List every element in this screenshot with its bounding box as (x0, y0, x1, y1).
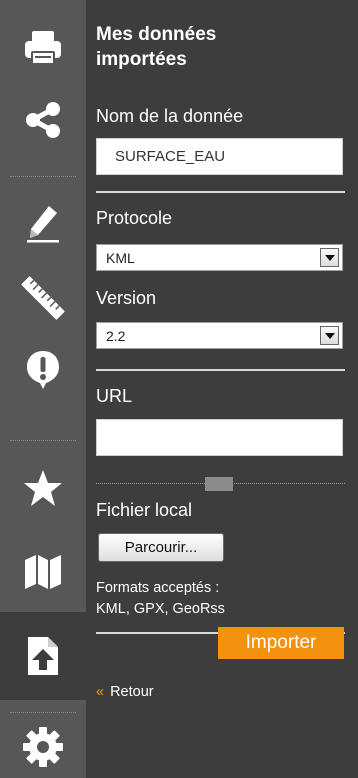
favorites-button[interactable] (0, 452, 86, 524)
share-button[interactable] (0, 84, 86, 156)
back-label: Retour (110, 684, 154, 700)
toolbar (0, 0, 86, 778)
maps-button[interactable] (0, 536, 86, 608)
version-selected-value: 2.2 (106, 328, 126, 344)
star-icon (24, 470, 62, 506)
section-rule (96, 191, 345, 193)
protocol-label: Protocole (96, 208, 173, 228)
import-button[interactable]: Importer (218, 627, 344, 659)
panel-title-line1: Mes données (96, 24, 217, 45)
dropdown-arrow-icon[interactable] (320, 248, 339, 267)
ruler-icon (21, 276, 65, 320)
import-file-icon (28, 637, 58, 675)
draw-button[interactable] (0, 188, 86, 260)
browse-button[interactable]: Parcourir... (98, 533, 224, 562)
section-rule (96, 369, 345, 371)
version-label: Version (96, 288, 157, 308)
toolbar-separator (10, 712, 76, 713)
gear-icon (23, 727, 63, 767)
local-file-label: Fichier local (96, 500, 193, 520)
panel-title: Mes données importées (96, 22, 346, 72)
toolbar-separator (10, 440, 76, 441)
pencil-icon (27, 206, 59, 243)
url-field[interactable] (96, 419, 343, 456)
or-separator (96, 477, 345, 491)
settings-button[interactable] (0, 716, 86, 778)
measure-button[interactable] (0, 262, 86, 334)
back-chevron-icon: « (96, 684, 105, 700)
url-label: URL (96, 386, 133, 406)
formats-line1: Formats acceptés : (96, 580, 220, 596)
print-icon (25, 31, 61, 65)
share-icon (26, 102, 60, 138)
protocol-selected-value: KML (106, 250, 135, 266)
back-link[interactable]: « Retour (96, 684, 154, 700)
protocol-select[interactable]: KML (96, 244, 343, 271)
name-field[interactable]: SURFACE_EAU (96, 138, 343, 175)
toolbar-separator (10, 176, 76, 177)
import-data-button[interactable] (0, 612, 86, 700)
alert-icon (27, 351, 59, 389)
alert-button[interactable] (0, 334, 86, 406)
name-label: Nom de la donnée (96, 106, 244, 126)
dropdown-arrow-icon[interactable] (320, 326, 339, 345)
map-icon (25, 555, 61, 589)
accepted-formats: Formats acceptés : KML, GPX, GeoRss (96, 578, 225, 620)
print-button[interactable] (0, 12, 86, 84)
formats-line2: KML, GPX, GeoRss (96, 601, 225, 617)
panel-title-line2: importées (96, 49, 187, 70)
version-select[interactable]: 2.2 (96, 322, 343, 349)
